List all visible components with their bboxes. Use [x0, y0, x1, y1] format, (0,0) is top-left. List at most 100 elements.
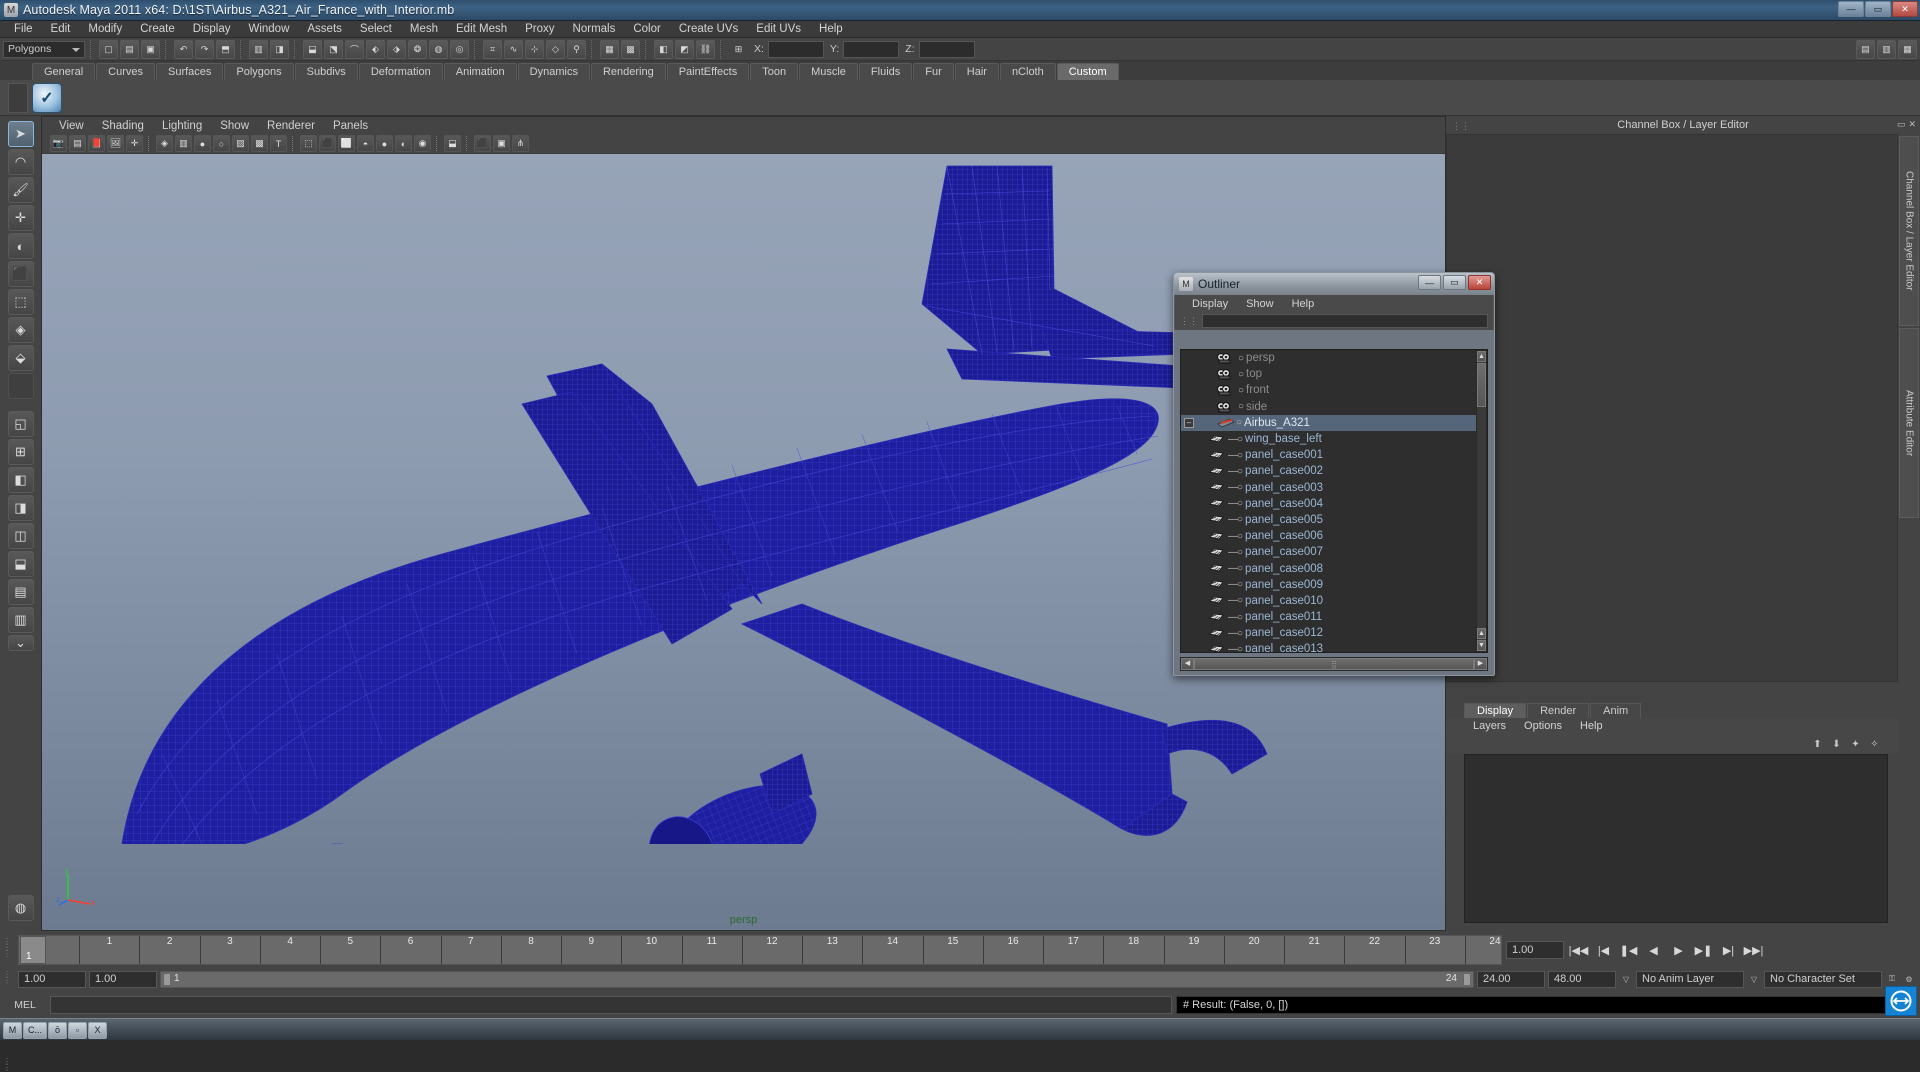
viewport-menu-lighting[interactable]: Lighting: [153, 120, 211, 132]
menu-color[interactable]: Color: [624, 21, 669, 38]
two-d-pan-zoom-icon[interactable]: ✛: [126, 135, 143, 152]
animation-preferences-icon[interactable]: ⚙: [1902, 971, 1916, 988]
outliner-scroll-right-icon[interactable]: ▶: [1474, 658, 1487, 670]
viewport-menu-show[interactable]: Show: [211, 120, 258, 132]
playback-speed-field[interactable]: 1.00: [1506, 941, 1564, 959]
outliner-item-panel_case001[interactable]: —○ panel_case001: [1181, 447, 1487, 463]
anim-start-field[interactable]: 1.00: [89, 970, 157, 988]
shelf-tab-painteffects[interactable]: PaintEffects: [666, 63, 750, 80]
shelf-options-handle[interactable]: [8, 83, 28, 113]
range-slider-handle[interactable]: ⋮ ⋮: [3, 971, 11, 985]
outliner-item-panel_case011[interactable]: —○ panel_case011: [1181, 609, 1487, 625]
scale-tool-icon[interactable]: ⬛: [7, 261, 34, 287]
outliner-scroll-down-icon[interactable]: ▲: [1477, 628, 1486, 639]
isolate-select-icon[interactable]: ⬓: [444, 135, 461, 152]
timeslider-handle[interactable]: ⋮ ⋮ ⋮: [3, 938, 11, 958]
outliner-item-wing_base_left[interactable]: —○ wing_base_left: [1181, 431, 1487, 447]
outliner-minimize-button[interactable]: —: [1418, 275, 1441, 290]
teamviewer-icon[interactable]: [1885, 986, 1917, 1016]
outliner-item-Airbus_A321[interactable]: – ○ Airbus_A321: [1181, 414, 1487, 431]
outliner-item-side[interactable]: ○ side: [1181, 399, 1487, 415]
render-current-frame-icon[interactable]: ▦: [600, 39, 619, 59]
layer-tab-display[interactable]: Display: [1464, 703, 1527, 718]
smooth-preview-icon[interactable]: ⋔: [512, 135, 529, 152]
quick-layout-persp-graph-icon[interactable]: ◨: [7, 495, 34, 521]
viewport-menu-shading[interactable]: Shading: [93, 120, 153, 132]
check-shelf-button[interactable]: ✓: [32, 82, 62, 113]
display-multi-icon[interactable]: ▣: [493, 135, 510, 152]
snap-live-icon[interactable]: ⚲: [567, 39, 586, 59]
shelf-tab-curves[interactable]: Curves: [96, 63, 155, 80]
command-language-label[interactable]: MEL: [4, 999, 46, 1011]
tab-channel-box-layer-editor[interactable]: Channel Box / Layer Editor: [1899, 136, 1919, 326]
outliner-filter-handle-icon[interactable]: ⋮⋮: [1180, 316, 1198, 327]
menu-modify[interactable]: Modify: [79, 21, 131, 38]
shelf-tab-rendering[interactable]: Rendering: [590, 63, 666, 80]
output-connections-icon[interactable]: ◩: [675, 39, 694, 59]
new-scene-icon[interactable]: ▢: [99, 39, 118, 59]
wireframe-on-shaded-icon[interactable]: ▩: [251, 135, 268, 152]
use-default-light-icon[interactable]: ●: [376, 135, 393, 152]
mask-surfaces-icon[interactable]: ⬖: [366, 39, 385, 59]
show-hide-attribute-editor-icon[interactable]: ▥: [1877, 39, 1896, 59]
shelf-tab-polygons[interactable]: Polygons: [224, 63, 294, 80]
current-time-indicator[interactable]: [20, 936, 46, 964]
menu-edit[interactable]: Edit: [42, 21, 80, 38]
x-coord-input[interactable]: [767, 40, 824, 58]
outliner-scroll-left-icon[interactable]: ◀: [1181, 658, 1194, 670]
outliner-item-panel_case012[interactable]: —○ panel_case012: [1181, 625, 1487, 641]
new-layer-icon[interactable]: ✦: [1848, 737, 1863, 751]
snap-curve-icon[interactable]: ∿: [504, 39, 523, 59]
time-slider[interactable]: 1 2 3 4 5 6 7 8 9 10 11 12 13 14 15 16 17 18 19 20 21 22 23 24 1: [18, 935, 1502, 965]
menu-edit-uvs[interactable]: Edit UVs: [747, 21, 810, 38]
undo-icon[interactable]: ↶: [174, 39, 193, 59]
tab-attribute-editor[interactable]: Attribute Editor: [1899, 328, 1919, 518]
transform-field-icon[interactable]: ⊞: [729, 40, 748, 59]
step-forward-key-button[interactable]: ▶|: [1718, 940, 1739, 960]
mask-handles-icon[interactable]: ⬓: [303, 39, 322, 59]
last-tool-used-icon[interactable]: ⬙: [7, 345, 34, 371]
outliner-item-top[interactable]: ○ top: [1181, 366, 1487, 382]
menu-normals[interactable]: Normals: [564, 21, 625, 38]
outliner-menu-help[interactable]: Help: [1283, 298, 1324, 310]
taskbar-minimize-button[interactable]: ▫: [68, 1021, 88, 1039]
select-mask-hierarchy-icon[interactable]: ◨: [270, 39, 289, 59]
viewport-menu-renderer[interactable]: Renderer: [258, 120, 324, 132]
character-set-dropdown-icon[interactable]: ▽: [1747, 971, 1761, 988]
grid-display-icon[interactable]: ◈: [156, 135, 173, 152]
taskbar-item-label[interactable]: C...: [23, 1021, 48, 1039]
outliner-item-panel_case009[interactable]: —○ panel_case009: [1181, 577, 1487, 593]
outliner-horizontal-scrollbar[interactable]: ◀ ⣿ ▶: [1180, 657, 1488, 671]
layer-list[interactable]: [1464, 754, 1888, 923]
open-scene-icon[interactable]: ▤: [120, 39, 139, 59]
current-tool-slot[interactable]: [7, 373, 34, 399]
quick-layout-more-icon[interactable]: ⌄: [7, 635, 34, 651]
step-back-key-button[interactable]: |◀: [1593, 940, 1614, 960]
select-tool-icon[interactable]: ➤: [7, 121, 34, 147]
redo-icon[interactable]: ↷: [195, 39, 214, 59]
close-button[interactable]: ✕: [1892, 1, 1918, 17]
command-line-handle[interactable]: ⋮ ⋮: [3, 1058, 11, 1072]
outliner-item-panel_case002[interactable]: —○ panel_case002: [1181, 463, 1487, 479]
smooth-shade-all-icon[interactable]: ⬛: [319, 135, 336, 152]
layer-tab-anim[interactable]: Anim: [1590, 703, 1642, 718]
outliner-item-panel_case006[interactable]: —○ panel_case006: [1181, 528, 1487, 544]
move-tool-icon[interactable]: ✛: [7, 205, 34, 231]
input-connections-icon[interactable]: ◧: [654, 39, 673, 59]
quick-layout-four-icon[interactable]: ⊞: [7, 439, 34, 465]
channelbox-undock-icon[interactable]: ▭: [1897, 119, 1906, 130]
mask-rendering-icon[interactable]: ◍: [429, 39, 448, 59]
resolution-gate-icon[interactable]: ●: [194, 135, 211, 152]
maximize-button[interactable]: ▭: [1865, 1, 1891, 17]
xray-icon[interactable]: ▨: [232, 135, 249, 152]
show-text-icon[interactable]: T: [270, 135, 287, 152]
outliner-scroll-thumb[interactable]: [1477, 363, 1486, 407]
ipr-render-icon[interactable]: ▩: [621, 39, 640, 59]
z-coord-input[interactable]: [918, 40, 975, 58]
outliner-item-panel_case003[interactable]: —○ panel_case003: [1181, 480, 1487, 496]
soft-modification-icon[interactable]: ◈: [7, 317, 34, 343]
layer-menu-options[interactable]: Options: [1515, 720, 1571, 732]
outliner-menu-display[interactable]: Display: [1183, 298, 1237, 310]
outliner-item-front[interactable]: ○ front: [1181, 382, 1487, 398]
menu-window[interactable]: Window: [239, 21, 298, 38]
